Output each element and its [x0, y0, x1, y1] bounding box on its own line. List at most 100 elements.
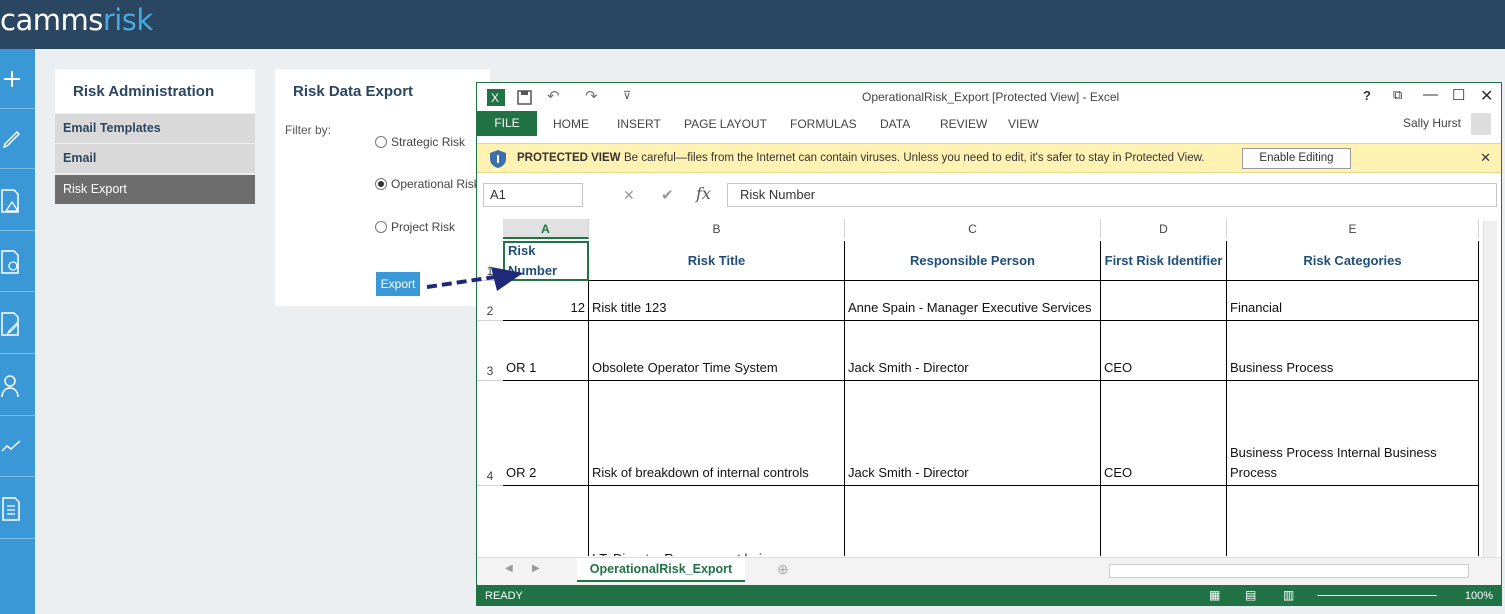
- report-warning-icon[interactable]: [0, 171, 35, 231]
- redo-icon[interactable]: ↷: [585, 87, 598, 105]
- cell-a5[interactable]: [503, 486, 589, 556]
- report-search-icon[interactable]: [0, 232, 35, 292]
- help-icon[interactable]: ?: [1363, 88, 1371, 103]
- col-header-b[interactable]: B: [589, 219, 845, 239]
- menu-item-email[interactable]: Email: [55, 144, 255, 173]
- radio-label: Strategic Risk: [391, 135, 466, 149]
- svg-text:X: X: [491, 91, 499, 105]
- protected-view-bar: PROTECTED VIEW Be careful—files from the…: [477, 143, 1501, 173]
- vertical-scrollbar[interactable]: [1483, 221, 1497, 557]
- add-sheet-icon[interactable]: ⊕: [777, 561, 789, 578]
- plus-icon[interactable]: [0, 49, 35, 109]
- export-title: Risk Data Export: [293, 83, 414, 100]
- save-icon[interactable]: [517, 90, 532, 105]
- cell-c2[interactable]: Anne Spain - Manager Executive Services: [845, 281, 1101, 321]
- protected-view-label: PROTECTED VIEW: [517, 152, 621, 164]
- document-icon[interactable]: [0, 479, 35, 539]
- radio-dot[interactable]: [375, 221, 387, 233]
- cell-b3[interactable]: Obsolete Operator Time System: [589, 321, 845, 381]
- sheet-tab[interactable]: OperationalRisk_Export: [577, 558, 745, 582]
- maximize-icon[interactable]: ☐: [1452, 86, 1465, 104]
- radio-label: Project Risk: [391, 220, 456, 234]
- enter-icon[interactable]: ✔: [661, 186, 674, 204]
- pointer-arrow: [426, 267, 523, 291]
- export-button[interactable]: Export: [376, 272, 420, 296]
- cell-e3[interactable]: Business Process: [1227, 321, 1479, 381]
- tab-insert[interactable]: INSERT: [617, 117, 661, 131]
- pencil-icon[interactable]: [0, 109, 35, 169]
- radio-operational-risk[interactable]: Operational Risk: [375, 177, 480, 191]
- cell-d4[interactable]: CEO: [1101, 381, 1227, 486]
- cell-b4[interactable]: Risk of breakdown of internal controls: [589, 381, 845, 486]
- app-logo[interactable]: cammsrisk: [0, 3, 153, 37]
- tab-view[interactable]: VIEW: [1008, 117, 1039, 131]
- excel-logo-icon: X: [487, 89, 505, 106]
- cell-d2[interactable]: [1101, 281, 1227, 321]
- cell-b2[interactable]: Risk title 123: [589, 281, 845, 321]
- menu-item-risk-export[interactable]: Risk Export: [55, 175, 255, 204]
- close-bar-icon[interactable]: ✕: [1480, 150, 1491, 166]
- cell-a3[interactable]: OR 1: [503, 321, 589, 381]
- row-header-4[interactable]: 4: [477, 381, 503, 486]
- col-header-a[interactable]: A: [503, 219, 589, 239]
- left-nav: [0, 49, 35, 614]
- radio-strategic-risk[interactable]: Strategic Risk: [375, 135, 465, 149]
- radio-project-risk[interactable]: Project Risk: [375, 220, 455, 234]
- ribbon-display-icon[interactable]: ⧉: [1393, 87, 1402, 103]
- col-header-e[interactable]: E: [1227, 219, 1479, 239]
- cell-a4[interactable]: OR 2: [503, 381, 589, 486]
- cell-c4[interactable]: Jack Smith - Director: [845, 381, 1101, 486]
- radio-dot[interactable]: [375, 178, 387, 190]
- tab-review[interactable]: REVIEW: [940, 117, 987, 131]
- cell-e2[interactable]: Financial: [1227, 281, 1479, 321]
- col-header-c[interactable]: C: [845, 219, 1101, 239]
- menu-item-email-templates[interactable]: Email Templates: [55, 114, 255, 143]
- cell-d1[interactable]: First Risk Identifier: [1101, 241, 1227, 281]
- page-break-view-icon[interactable]: ▥: [1283, 588, 1294, 602]
- user-settings-icon[interactable]: [0, 356, 35, 416]
- row-header-5[interactable]: [477, 486, 503, 556]
- formula-bar: A1 ✕ ✔ fx Risk Number: [477, 180, 1501, 212]
- cell-d5[interactable]: [1101, 486, 1227, 556]
- cell-d3[interactable]: CEO: [1101, 321, 1227, 381]
- formula-input[interactable]: Risk Number: [727, 183, 1497, 207]
- cell-e4[interactable]: Business Process Internal Business Proce…: [1227, 381, 1479, 486]
- protected-view-message: Be careful—files from the Internet can c…: [624, 152, 1205, 164]
- name-box[interactable]: A1: [483, 183, 583, 207]
- close-icon[interactable]: ✕: [1480, 86, 1493, 106]
- col-header-d[interactable]: D: [1101, 219, 1227, 239]
- tab-home[interactable]: HOME: [553, 117, 589, 131]
- cell-e1[interactable]: Risk Categories: [1227, 241, 1479, 281]
- cell-b1[interactable]: Risk Title: [589, 241, 845, 281]
- row-header-3[interactable]: 3: [477, 321, 503, 381]
- cell-b5[interactable]: I.T. Disaster Recovery not being: [589, 486, 845, 556]
- zoom-level[interactable]: 100%: [1465, 590, 1493, 602]
- cell-c1[interactable]: Responsible Person: [845, 241, 1101, 281]
- tab-page-layout[interactable]: PAGE LAYOUT: [684, 117, 767, 131]
- tab-data[interactable]: DATA: [880, 117, 910, 131]
- tab-formulas[interactable]: FORMULAS: [790, 117, 857, 131]
- filter-label: Filter by:: [285, 123, 332, 137]
- cancel-icon[interactable]: ✕: [623, 187, 635, 204]
- prev-sheet-icon[interactable]: ◀: [505, 563, 513, 574]
- avatar[interactable]: [1471, 113, 1491, 135]
- user-name[interactable]: Sally Hurst: [1403, 116, 1461, 130]
- normal-view-icon[interactable]: ▦: [1209, 588, 1220, 602]
- cell-e5[interactable]: [1227, 486, 1479, 556]
- radio-dot[interactable]: [375, 136, 387, 148]
- minimize-icon[interactable]: —: [1423, 86, 1438, 103]
- undo-icon[interactable]: ↶: [547, 87, 560, 105]
- tab-file[interactable]: FILE: [477, 111, 537, 136]
- top-bar: cammsrisk: [0, 0, 1505, 49]
- horizontal-scrollbar[interactable]: [1109, 564, 1469, 578]
- trend-icon[interactable]: [0, 417, 35, 477]
- customize-qat-icon[interactable]: ⊽: [623, 89, 631, 102]
- enable-editing-button[interactable]: Enable Editing: [1242, 148, 1351, 169]
- report-edit-icon[interactable]: [0, 294, 35, 354]
- cell-c5[interactable]: [845, 486, 1101, 556]
- page-layout-view-icon[interactable]: ▤: [1245, 588, 1256, 602]
- function-icon[interactable]: fx: [696, 184, 711, 203]
- cell-c3[interactable]: Jack Smith - Director: [845, 321, 1101, 381]
- next-sheet-icon[interactable]: ▶: [532, 563, 540, 574]
- zoom-slider[interactable]: [1317, 595, 1437, 596]
